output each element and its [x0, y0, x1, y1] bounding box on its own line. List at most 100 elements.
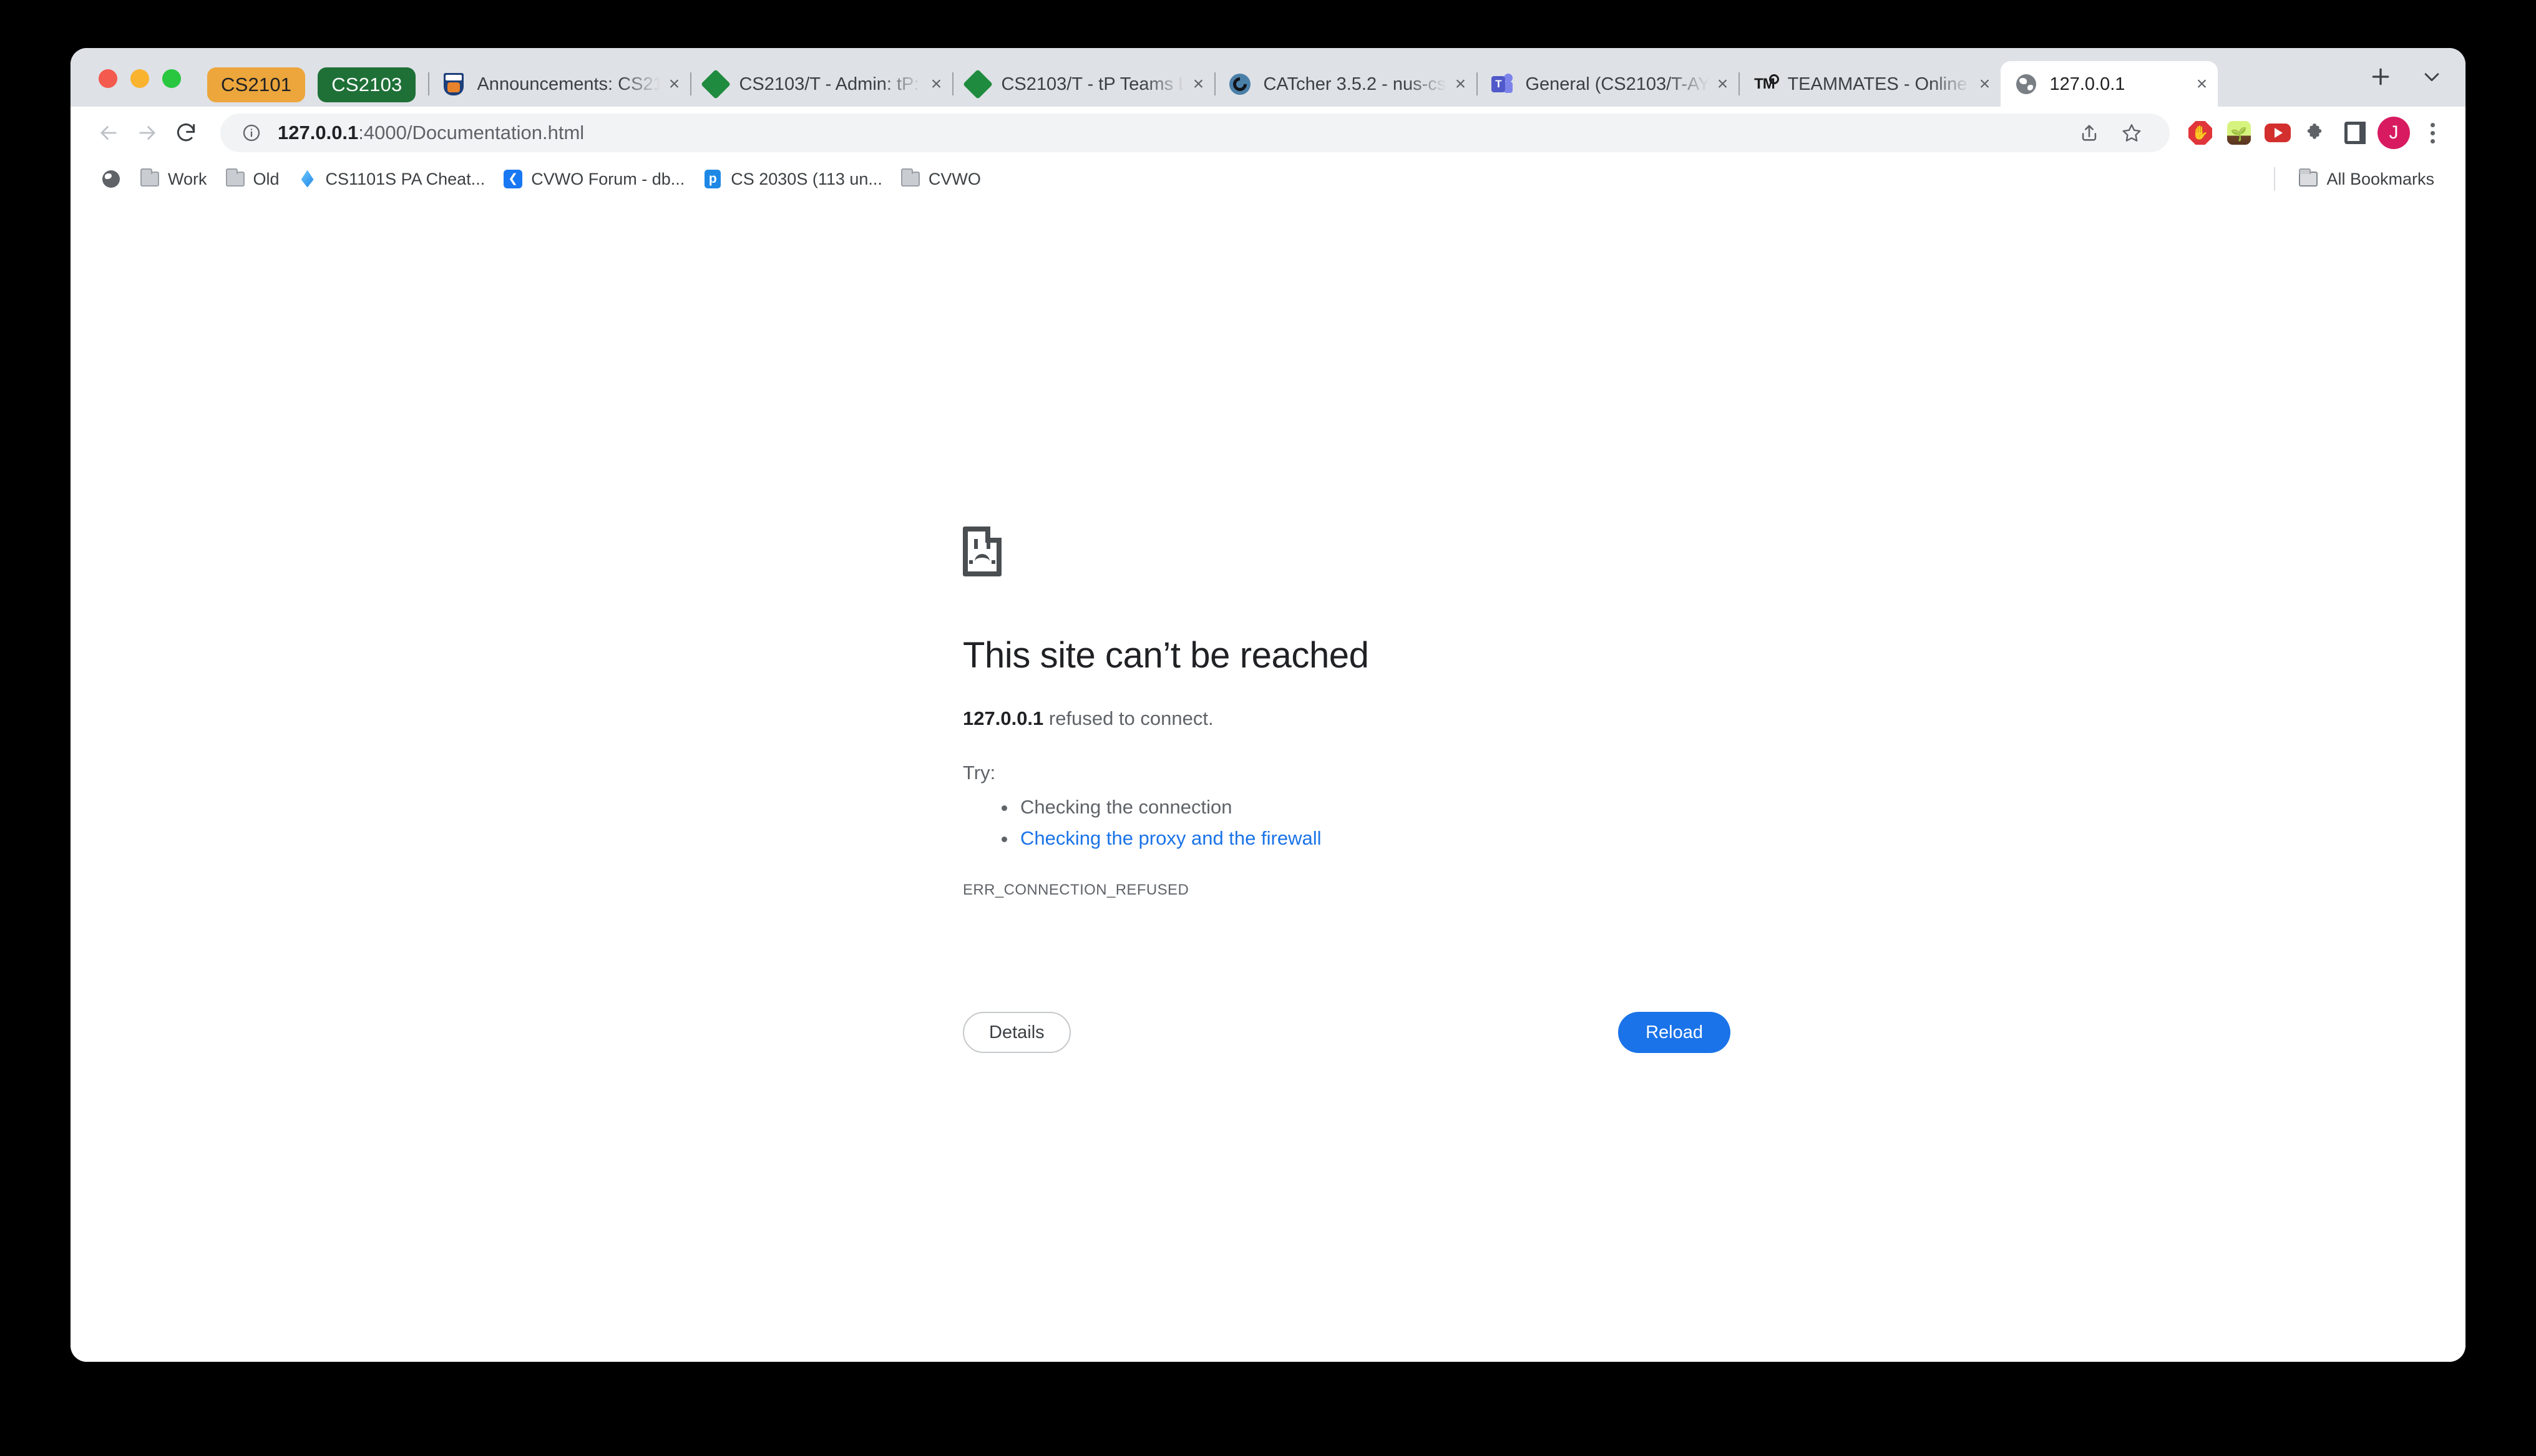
teammates-icon: TM — [1752, 72, 1776, 96]
error-subtitle: 127.0.0.1 refused to connect. — [963, 705, 1836, 732]
reload-button[interactable] — [167, 114, 205, 152]
window-controls — [82, 69, 181, 107]
tab-title: CATcher 3.5.2 - nus-cs210 — [1263, 72, 1446, 96]
new-tab-button[interactable] — [2364, 61, 2397, 93]
url-text: 127.0.0.1:4000/Documentation.html — [278, 120, 584, 145]
bookmark-label: CS 2030S (113 un... — [731, 168, 882, 190]
all-bookmarks-label: All Bookmarks — [2326, 168, 2434, 190]
globe-icon — [2014, 72, 2038, 96]
reload-button[interactable]: Reload — [1618, 1012, 1730, 1053]
error-code: ERR_CONNECTION_REFUSED — [963, 881, 1836, 899]
share-node-icon: ❮ — [502, 168, 524, 190]
avatar[interactable]: J — [2374, 114, 2413, 152]
star-icon[interactable] — [2112, 114, 2151, 152]
bookmark-item-old[interactable]: Old — [216, 165, 288, 193]
browser-toolbar: 127.0.0.1:4000/Documentation.html ✋ — [71, 107, 2465, 159]
close-icon[interactable]: × — [1971, 70, 1998, 98]
close-icon[interactable]: × — [660, 70, 688, 98]
address-bar[interactable]: 127.0.0.1:4000/Documentation.html — [220, 114, 2170, 152]
folder-icon — [139, 168, 160, 190]
tab-tp-teams-list[interactable]: CS2103/T - tP Teams List × — [952, 61, 1214, 107]
bookmark-label: Old — [253, 168, 280, 190]
tab-title: TEAMMATES - Online Peer — [1787, 72, 1971, 96]
tab-title: CS2103/T - tP Teams List — [1001, 72, 1184, 96]
browser-window: CS2101 CS2103 Announcements: CS2103/C × … — [71, 48, 2465, 1362]
close-icon[interactable]: × — [1446, 70, 1474, 98]
kebab-menu-icon[interactable] — [2413, 114, 2452, 152]
list-item: Checking the connection — [1000, 792, 1836, 823]
bookmark-label: CVWO — [929, 168, 981, 190]
close-icon[interactable]: × — [1184, 70, 1212, 98]
tab-catcher[interactable]: CATcher 3.5.2 - nus-cs210 × — [1214, 61, 1476, 107]
forward-button[interactable] — [128, 114, 167, 152]
bookmark-item-cvwo-forum[interactable]: ❮ CVWO Forum - db... — [494, 165, 693, 193]
tab-title: CS2103/T - Admin: tP: Prac — [739, 72, 922, 96]
globe-icon — [100, 168, 122, 190]
tab-group-cs2103[interactable]: CS2103 — [318, 67, 416, 102]
page-content: This site can’t be reached 127.0.0.1 ref… — [71, 199, 2465, 1362]
graduation-cap-icon — [966, 72, 990, 96]
try-label: Try: — [963, 762, 1836, 784]
all-bookmarks-area: All Bookmarks — [2274, 165, 2451, 193]
tab-title: General (CS2103/T-AY232 — [1525, 72, 1709, 96]
bookmark-item-cvwo[interactable]: CVWO — [891, 165, 990, 193]
tab-list: CS2101 CS2103 Announcements: CS2103/C × … — [181, 48, 2358, 107]
tabstrip-actions — [2358, 61, 2465, 107]
page-title: This site can’t be reached — [963, 634, 1836, 677]
info-circle-icon[interactable] — [239, 120, 264, 145]
close-icon[interactable]: × — [2188, 70, 2215, 98]
maximize-window-button[interactable] — [162, 69, 181, 88]
tab-teammates[interactable]: TM TEAMMATES - Online Peer × — [1739, 61, 2001, 107]
bookmark-label: CVWO Forum - db... — [531, 168, 685, 190]
tab-title: Announcements: CS2103/C — [477, 72, 660, 96]
tab-search-icon[interactable] — [2416, 61, 2448, 93]
side-panel-icon[interactable] — [2336, 114, 2374, 152]
all-bookmarks-button[interactable]: All Bookmarks — [2289, 165, 2443, 193]
folder-icon — [2298, 168, 2319, 190]
tab-127-0-0-1[interactable]: 127.0.0.1 × — [2001, 61, 2218, 107]
close-icon[interactable]: × — [1709, 70, 1736, 98]
bookmark-item-globe[interactable] — [92, 165, 130, 193]
youtube-speed-extension-icon[interactable] — [2258, 114, 2297, 152]
url-path: :4000/Documentation.html — [358, 122, 584, 143]
bookmark-item-cs2030s[interactable]: p CS 2030S (113 un... — [693, 165, 891, 193]
adblock-extension-icon[interactable]: ✋ — [2181, 114, 2220, 152]
close-icon[interactable]: × — [922, 70, 950, 98]
catcher-icon — [1228, 72, 1252, 96]
graduation-cap-icon — [704, 72, 728, 96]
suggestion-list: Checking the connection Checking the pro… — [1000, 792, 1836, 854]
ms-teams-icon: T — [1490, 72, 1514, 96]
divider — [2274, 167, 2275, 191]
sad-page-icon — [963, 527, 1002, 576]
diamond-icon — [297, 168, 318, 190]
list-item-proxy-firewall-link[interactable]: Checking the proxy and the firewall — [1000, 823, 1836, 854]
puzzle-icon[interactable] — [2297, 114, 2336, 152]
error-subtitle-rest: refused to connect. — [1043, 707, 1213, 729]
tab-announcements[interactable]: Announcements: CS2103/C × — [428, 61, 690, 107]
tab-group-cs2101[interactable]: CS2101 — [207, 67, 305, 102]
tab-teams-general[interactable]: T General (CS2103/T-AY232 × — [1476, 61, 1739, 107]
share-icon[interactable] — [2070, 114, 2109, 152]
bookmark-label: Work — [168, 168, 207, 190]
error-actions: Details Reload — [963, 1012, 1730, 1053]
bookmark-item-work[interactable]: Work — [130, 165, 216, 193]
error-container: This site can’t be reached 127.0.0.1 ref… — [963, 527, 1836, 899]
tab-group-cs2101-label: CS2101 — [221, 74, 291, 96]
tab-strip: CS2101 CS2103 Announcements: CS2103/C × … — [71, 48, 2465, 107]
minimize-window-button[interactable] — [130, 69, 149, 88]
plant-extension-icon[interactable]: 🌱 — [2220, 114, 2258, 152]
folder-icon — [900, 168, 921, 190]
avatar-initial: J — [2378, 117, 2410, 149]
tab-title: 127.0.0.1 — [2049, 72, 2188, 96]
tab-group-cs2103-label: CS2103 — [331, 74, 402, 96]
folder-icon — [225, 168, 246, 190]
bookmarks-bar: Work Old CS1101S PA Cheat... ❮ CVWO Foru… — [71, 159, 2465, 199]
back-button[interactable] — [89, 114, 128, 152]
bookmark-item-cs1101s[interactable]: CS1101S PA Cheat... — [288, 165, 494, 193]
nus-shield-icon — [442, 72, 466, 96]
details-button[interactable]: Details — [963, 1012, 1071, 1053]
tab-cs2103t-admin[interactable]: CS2103/T - Admin: tP: Prac × — [690, 61, 952, 107]
bookmark-label: CS1101S PA Cheat... — [326, 168, 485, 190]
close-window-button[interactable] — [99, 69, 117, 88]
omnibox-actions — [2070, 114, 2151, 152]
